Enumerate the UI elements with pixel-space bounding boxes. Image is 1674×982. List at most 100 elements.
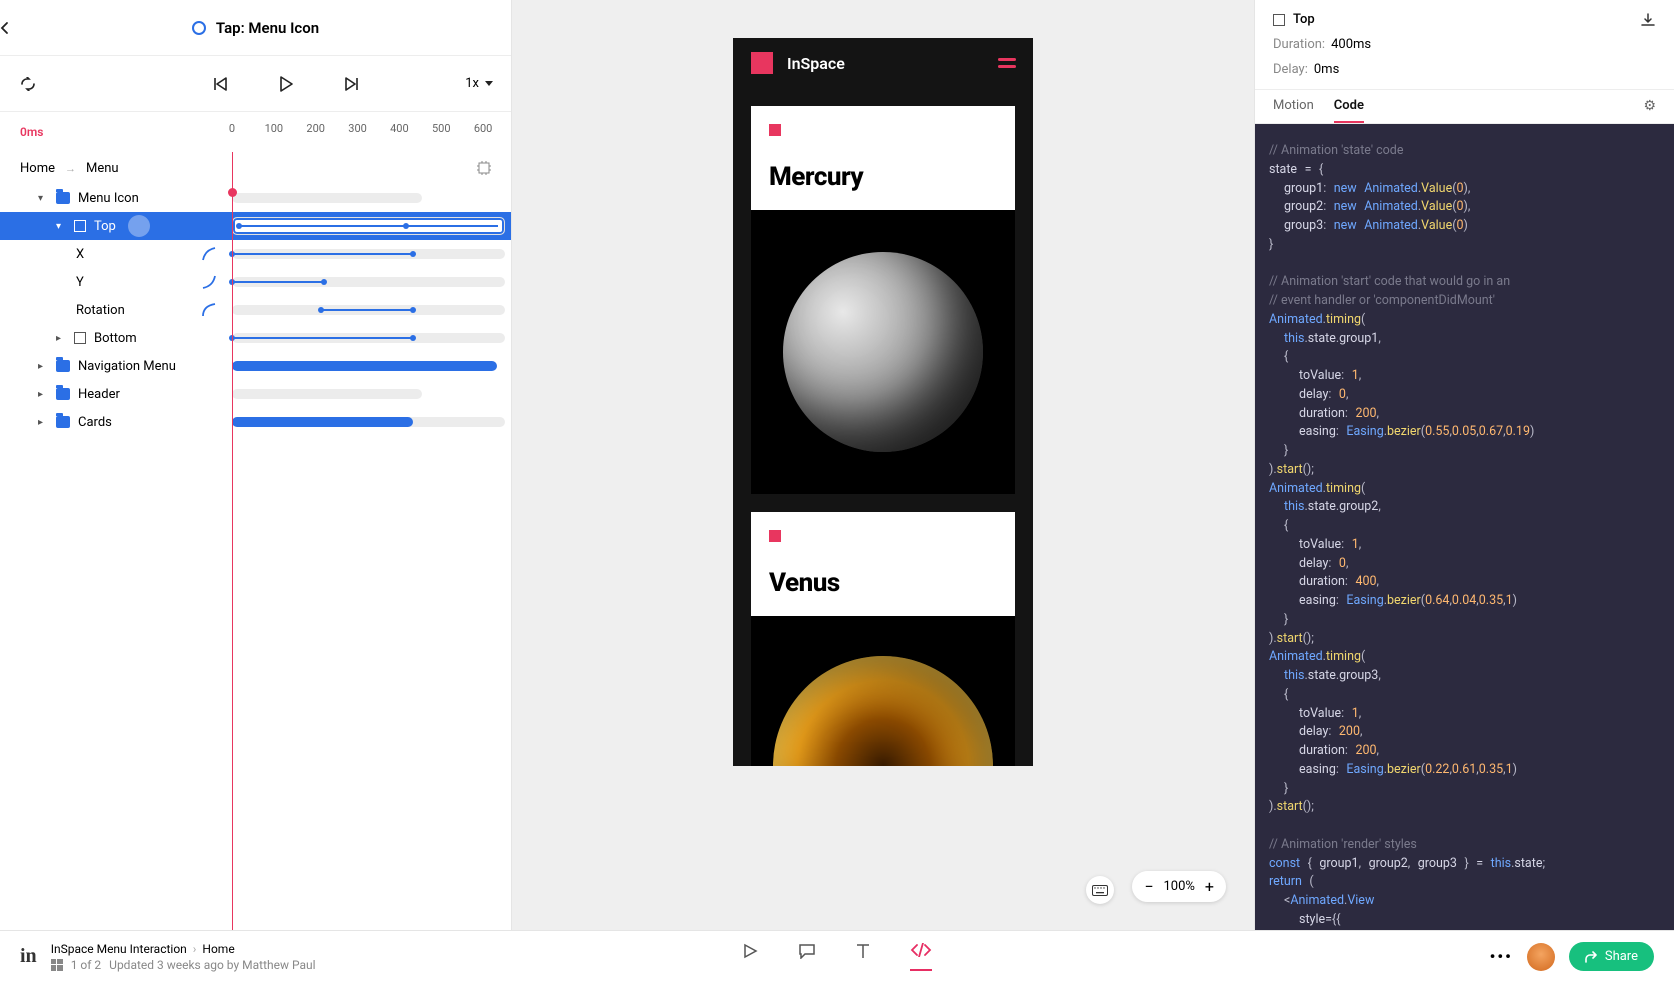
zoom-out-button[interactable]: − [1144, 877, 1153, 896]
screen-name[interactable]: Home [202, 942, 234, 956]
timeline-bar-rotation[interactable] [321, 309, 413, 311]
layer-cards[interactable]: ▸ Cards [0, 415, 232, 430]
breadcrumb-start[interactable]: Home [20, 161, 55, 176]
delay-key: Delay: [1273, 62, 1308, 77]
layer-menu-icon[interactable]: ▾ Menu Icon [0, 191, 232, 206]
layer-label: Top [94, 219, 116, 234]
tab-motion[interactable]: Motion [1273, 98, 1314, 123]
brand-title: InSpace [787, 54, 845, 73]
timeline-bar-y[interactable] [232, 281, 324, 283]
timeline-bar-top[interactable] [232, 217, 505, 235]
comment-mode-button[interactable] [798, 943, 816, 971]
layer-bottom[interactable]: ▸ Bottom [0, 331, 232, 346]
more-button[interactable]: ••• [1490, 947, 1513, 966]
preview-canvas[interactable]: InSpace Mercury Venus [733, 38, 1033, 766]
timeline-bar-nav[interactable] [232, 361, 497, 371]
preview-mode-button[interactable] [742, 943, 758, 971]
layer-top[interactable]: ▾ Top [0, 215, 232, 237]
caret-right-icon[interactable]: ▸ [56, 333, 66, 344]
skip-back-button[interactable] [210, 74, 230, 94]
layer-header[interactable]: ▸ Header [0, 387, 232, 402]
tick: 600 [474, 122, 493, 135]
zoom-in-button[interactable]: + [1205, 877, 1214, 896]
text-mode-button[interactable] [856, 943, 870, 971]
tab-code[interactable]: Code [1334, 98, 1364, 123]
caret-right-icon[interactable]: ▸ [38, 417, 48, 428]
interaction-title: Tap: Menu Icon [216, 19, 319, 37]
user-avatar[interactable] [1527, 943, 1555, 971]
ease-icon[interactable] [202, 303, 216, 317]
ease-icon[interactable] [202, 247, 216, 261]
tick: 100 [265, 122, 284, 135]
artboard-icon[interactable] [477, 161, 491, 175]
tick: 500 [432, 122, 451, 135]
caret-down-icon[interactable]: ▾ [38, 193, 48, 204]
layer-label: Header [78, 387, 120, 402]
layer-rotation[interactable]: Rotation [0, 303, 232, 318]
card-accent [769, 530, 781, 542]
updated-label: Updated 3 weeks ago by Matthew Paul [109, 958, 315, 972]
keyboard-toggle[interactable] [1086, 876, 1114, 904]
folder-icon [56, 360, 70, 372]
timeline-bar-x[interactable] [232, 253, 413, 255]
card-image-mercury [751, 210, 1015, 494]
layer-label: Cards [78, 415, 112, 430]
tick: 300 [348, 122, 367, 135]
selected-layer: Top [1293, 12, 1315, 27]
tick: 0 [229, 122, 235, 135]
layer-label: Rotation [76, 303, 125, 318]
timeline-bar-cards[interactable] [232, 417, 413, 427]
card-title: Venus [769, 568, 997, 598]
interaction-icon [192, 21, 206, 35]
layer-navigation-menu[interactable]: ▸ Navigation Menu [0, 359, 232, 374]
code-output[interactable]: // Animation 'state' code state = { grou… [1255, 124, 1674, 930]
code-mode-button[interactable] [910, 943, 932, 971]
layer-label: Navigation Menu [78, 359, 176, 374]
layer-x[interactable]: X [0, 247, 232, 262]
menu-icon[interactable] [999, 58, 1015, 68]
share-label: Share [1605, 949, 1638, 964]
duration-key: Duration: [1273, 37, 1325, 52]
playhead-time: 0ms [20, 125, 43, 139]
tick: 400 [390, 122, 409, 135]
rect-icon [1273, 14, 1285, 26]
app-logo[interactable]: in [20, 945, 37, 968]
grid-icon[interactable] [51, 959, 63, 971]
settings-button[interactable]: ⚙ [1643, 98, 1656, 123]
caret-down-icon[interactable]: ▾ [56, 221, 66, 232]
breadcrumb-end[interactable]: Menu [86, 161, 119, 176]
play-button[interactable] [276, 74, 296, 94]
tick: 200 [306, 122, 325, 135]
caret-right-icon[interactable]: ▸ [38, 361, 48, 372]
timeline-bar-bottom[interactable] [232, 337, 413, 339]
speed-selector[interactable]: 1x [433, 76, 493, 91]
rect-icon [74, 220, 86, 232]
card-image-venus [751, 616, 1015, 766]
download-button[interactable] [1640, 12, 1656, 28]
share-button[interactable]: Share [1569, 942, 1654, 971]
skip-forward-button[interactable] [342, 74, 362, 94]
folder-icon [56, 388, 70, 400]
time-ruler[interactable]: 0 100 200 300 400 500 600 [232, 112, 511, 152]
ease-icon[interactable] [202, 275, 216, 289]
layer-label: X [76, 247, 84, 262]
caret-right-icon[interactable]: ▸ [38, 389, 48, 400]
delay-value: 0ms [1314, 62, 1339, 77]
loop-button[interactable] [18, 74, 38, 94]
duration-value: 400ms [1331, 37, 1371, 52]
brand-logo [751, 52, 773, 74]
card-accent [769, 124, 781, 136]
layer-label: Bottom [94, 331, 137, 346]
project-name[interactable]: InSpace Menu Interaction [51, 942, 187, 956]
layer-label: Y [76, 275, 84, 290]
layer-y[interactable]: Y [0, 275, 232, 290]
back-button[interactable] [0, 21, 56, 35]
speed-label: 1x [465, 76, 479, 91]
chevron-right-icon: → [65, 162, 76, 175]
layer-label: Menu Icon [78, 191, 139, 206]
screen-count: 1 of 2 [71, 958, 101, 972]
folder-icon [56, 416, 70, 428]
zoom-value: 100% [1163, 879, 1194, 894]
selection-handle[interactable] [128, 215, 150, 237]
folder-icon [56, 192, 70, 204]
